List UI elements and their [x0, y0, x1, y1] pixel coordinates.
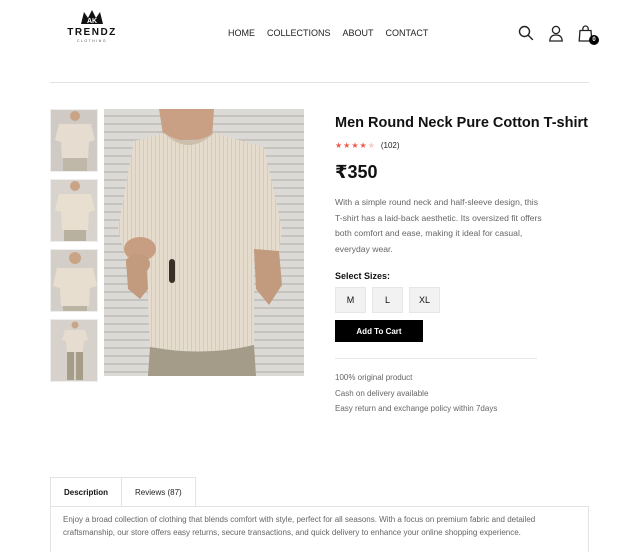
star-icon: ★	[343, 140, 351, 150]
product-price: ₹350	[335, 162, 378, 182]
size-options: M L XL	[335, 287, 585, 313]
product-rating: ★ ★ ★ ★ ★ (102)	[335, 141, 585, 150]
product-tabs: Description Reviews (87)	[50, 477, 196, 506]
add-to-cart-button[interactable]: Add To Cart	[335, 320, 423, 342]
cart-count-badge: 0	[589, 35, 599, 45]
star-icon: ★	[335, 140, 343, 150]
product-description: With a simple round neck and half-sleeve…	[335, 197, 542, 254]
star-icon: ★	[367, 140, 375, 150]
size-option-m[interactable]: M	[335, 287, 366, 313]
nav-home[interactable]: HOME	[228, 28, 255, 38]
header-divider	[50, 82, 589, 83]
main-nav: HOME COLLECTIONS ABOUT CONTACT	[228, 28, 428, 38]
perk-item: Easy return and exchange policy within 7…	[335, 404, 498, 413]
product-perks: 100% original product Cash on delivery a…	[335, 370, 585, 417]
logo-crown-icon: AK	[81, 10, 103, 25]
tab-reviews[interactable]: Reviews (87)	[122, 477, 196, 506]
product-thumbnail[interactable]	[50, 249, 98, 312]
thumbnail-list	[50, 109, 98, 389]
size-option-xl[interactable]: XL	[409, 287, 440, 313]
star-icon: ★	[351, 140, 359, 150]
review-count: (102)	[380, 141, 400, 150]
tab-panel-description: Enjoy a broad collection of clothing tha…	[50, 506, 589, 552]
header-icons: 0	[518, 25, 599, 45]
nav-collections[interactable]: COLLECTIONS	[267, 28, 331, 38]
search-icon[interactable]	[518, 25, 534, 42]
site-header: AK TRENDZ CLOTHING HOME COLLECTIONS ABOU…	[0, 0, 625, 70]
shopping-bag-icon[interactable]: 0	[578, 25, 599, 45]
nav-contact[interactable]: CONTACT	[386, 28, 429, 38]
user-icon[interactable]	[548, 25, 564, 42]
star-icon: ★	[359, 140, 367, 150]
product-main-image	[104, 109, 304, 376]
svg-text:AK: AK	[87, 18, 97, 25]
size-option-l[interactable]: L	[372, 287, 403, 313]
product-info: Men Round Neck Pure Cotton T-shirt ★ ★ ★…	[335, 115, 588, 417]
product-thumbnail[interactable]	[50, 109, 98, 172]
logo-sub-text: CLOTHING	[76, 39, 108, 43]
product-thumbnail[interactable]	[50, 319, 98, 382]
tab-description[interactable]: Description	[50, 477, 123, 506]
logo-brand-text: TRENDZ	[67, 27, 117, 38]
product-title: Men Round Neck Pure Cotton T-shirt	[335, 115, 588, 131]
star-rating: ★ ★ ★ ★ ★	[335, 140, 375, 150]
perk-item: 100% original product	[335, 373, 413, 382]
info-divider	[335, 358, 537, 359]
brand-logo[interactable]: AK TRENDZ CLOTHING	[64, 8, 120, 43]
perk-item: Cash on delivery available	[335, 388, 429, 398]
product-thumbnail[interactable]	[50, 179, 98, 242]
sizes-label: Select Sizes:	[335, 271, 391, 281]
nav-about[interactable]: ABOUT	[343, 28, 374, 38]
